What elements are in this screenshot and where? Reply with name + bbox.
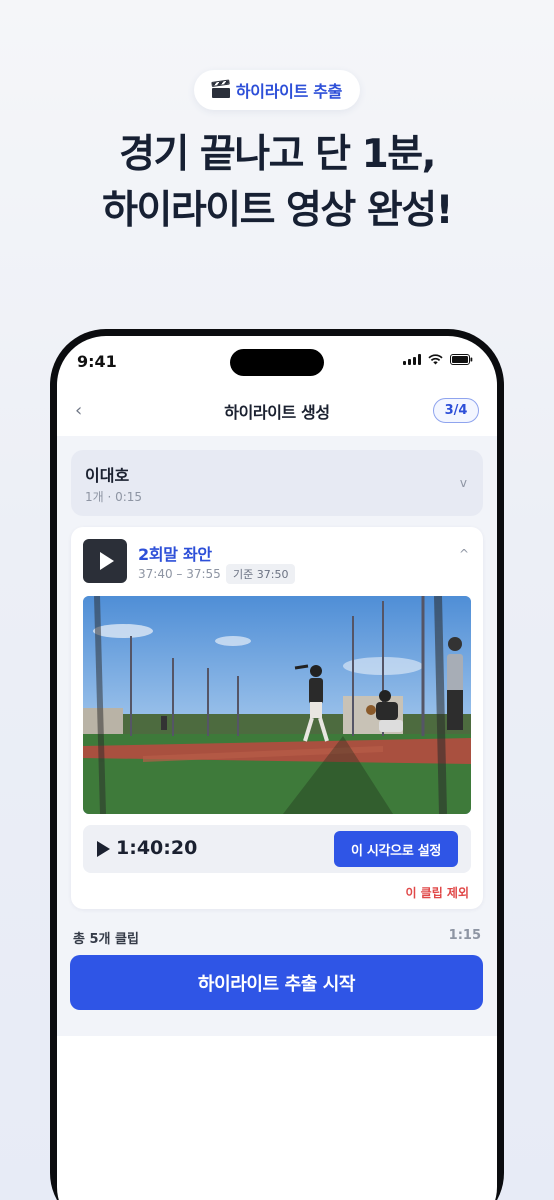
phone-frame: 9:41 ‹ 하이라이트 생성 3/4 이대호 1개 · 0:15 v 2회말 …: [50, 329, 504, 1200]
chevron-down-icon[interactable]: v: [460, 476, 467, 490]
video-preview[interactable]: [83, 596, 471, 814]
timestamp-bar: 1:40:20 이 시각으로 설정: [83, 825, 471, 873]
clip-reference-badge: 기준 37:50: [226, 564, 296, 584]
clip-card: 2회말 좌안 37:40 – 37:55 기준 37:50 ^ 1:40:20 …: [71, 527, 483, 909]
clip-time-range: 37:40 – 37:55: [138, 567, 221, 581]
feature-badge-label: 하이라이트 추출: [235, 82, 343, 101]
set-time-button[interactable]: 이 시각으로 설정: [334, 831, 458, 867]
player-meta: 1개 · 0:15: [85, 490, 143, 504]
step-indicator: 3/4: [433, 398, 479, 423]
player-accordion[interactable]: 이대호 1개 · 0:15 v: [71, 450, 483, 516]
wifi-icon: [428, 354, 443, 365]
player-name: 이대호: [85, 466, 130, 485]
total-duration: 1:15: [448, 928, 481, 943]
headline-line-1: 경기 끝나고 단 1분,: [119, 132, 436, 177]
battery-icon: [450, 354, 473, 365]
status-time: 9:41: [77, 352, 117, 371]
chevron-up-icon[interactable]: ^: [459, 547, 469, 561]
cellular-signal-icon: [403, 354, 421, 365]
headline-line-2: 하이라이트 영상 완성!: [102, 188, 453, 233]
content-area: 이대호 1개 · 0:15 v 2회말 좌안 37:40 – 37:55 기준 …: [57, 436, 497, 1036]
total-clips-label: 총 5개 클립: [73, 932, 139, 947]
clip-play-button[interactable]: [83, 539, 127, 583]
status-icons: [403, 354, 473, 365]
play-icon[interactable]: [97, 841, 110, 857]
dynamic-island: [230, 349, 324, 376]
page-title: 하이라이트 생성: [224, 403, 330, 422]
start-extraction-button[interactable]: 하이라이트 추출 시작: [70, 955, 483, 1010]
current-timestamp: 1:40:20: [116, 837, 198, 859]
feature-badge: 하이라이트 추출: [194, 70, 360, 110]
exclude-clip-link[interactable]: 이 클립 제외: [405, 884, 469, 901]
clip-title: 2회말 좌안: [138, 545, 212, 564]
play-icon: [100, 552, 114, 570]
phone-screen: 9:41 ‹ 하이라이트 생성 3/4 이대호 1개 · 0:15 v 2회말 …: [57, 336, 497, 1200]
clapperboard-icon: [211, 79, 230, 98]
